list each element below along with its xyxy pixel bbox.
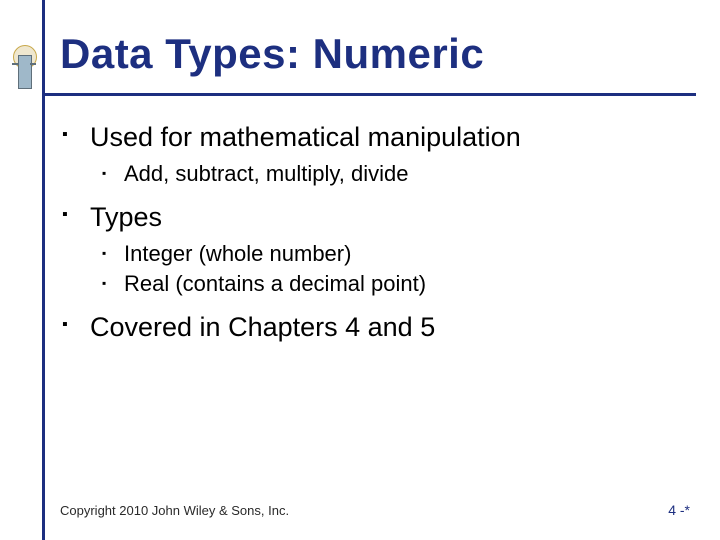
bullet-level1: ▪ Covered in Chapters 4 and 5 [62,310,682,344]
logo-icon [12,45,36,97]
footer-copyright: Copyright 2010 John Wiley & Sons, Inc. [60,503,289,518]
sub-bullet-group: ▪ Add, subtract, multiply, divide [102,160,682,188]
bullet-level2: ▪ Integer (whole number) [102,240,682,268]
bullet-marker-icon: ▪ [62,120,90,154]
slide: Data Types: Numeric ▪ Used for mathemati… [0,0,720,540]
bullet-level1: ▪ Used for mathematical manipulation [62,120,682,154]
bullet-level2: ▪ Add, subtract, multiply, divide [102,160,682,188]
bullet-text: Integer (whole number) [124,240,682,268]
bullet-text: Used for mathematical manipulation [90,120,682,154]
bullet-text: Covered in Chapters 4 and 5 [90,310,682,344]
bullet-text: Types [90,200,682,234]
bullet-marker-icon: ▪ [102,160,124,188]
bullet-text: Real (contains a decimal point) [124,270,682,298]
content-area: ▪ Used for mathematical manipulation ▪ A… [62,120,682,350]
slide-title: Data Types: Numeric [60,30,680,78]
bullet-level1: ▪ Types [62,200,682,234]
bullet-marker-icon: ▪ [102,240,124,268]
bullet-marker-icon: ▪ [62,310,90,344]
bullet-level2: ▪ Real (contains a decimal point) [102,270,682,298]
bullet-text: Add, subtract, multiply, divide [124,160,682,188]
bullet-marker-icon: ▪ [102,270,124,298]
bullet-marker-icon: ▪ [62,200,90,234]
sub-bullet-group: ▪ Integer (whole number) ▪ Real (contain… [102,240,682,298]
title-underline [44,93,696,96]
footer-page-number: 4 -* [668,502,690,518]
vertical-rule [42,0,45,540]
